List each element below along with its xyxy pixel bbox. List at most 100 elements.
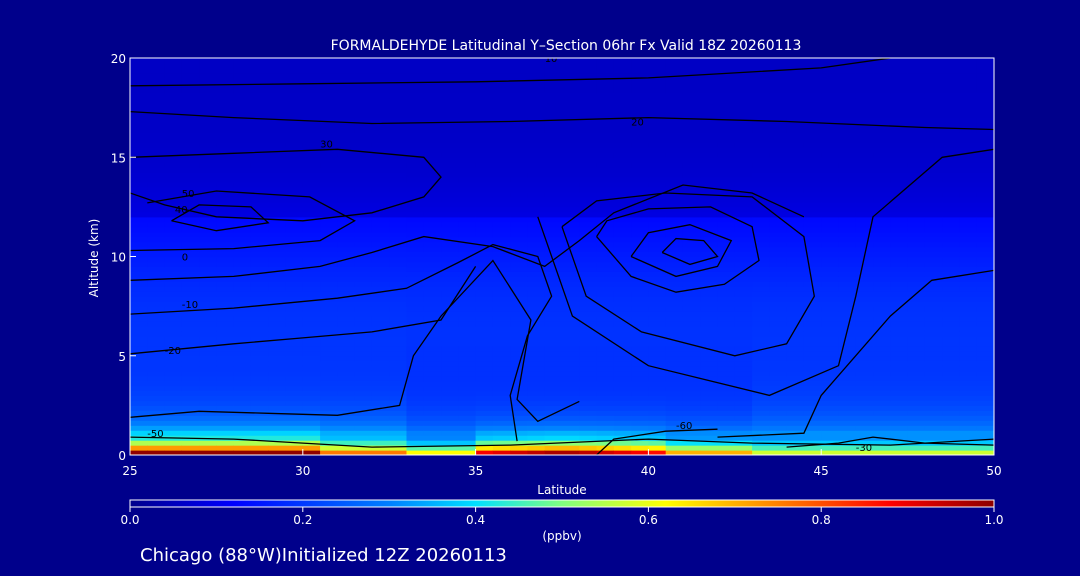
field-cell bbox=[924, 82, 943, 89]
field-cell bbox=[631, 410, 649, 416]
field-cell bbox=[769, 365, 788, 372]
field-cell bbox=[164, 142, 183, 148]
field-cell bbox=[268, 435, 287, 441]
field-cell bbox=[907, 311, 926, 317]
field-cell bbox=[492, 256, 511, 263]
field-cell bbox=[130, 301, 148, 307]
field-cell bbox=[510, 191, 529, 198]
field-cell bbox=[579, 87, 598, 94]
field-cell bbox=[544, 350, 563, 357]
field-cell bbox=[907, 340, 926, 347]
field-cell bbox=[752, 246, 770, 253]
field-cell bbox=[942, 137, 961, 143]
field-cell bbox=[734, 321, 753, 327]
field-cell bbox=[250, 182, 269, 188]
field-cell bbox=[942, 296, 961, 302]
field-cell bbox=[389, 182, 408, 188]
field-cell bbox=[907, 147, 926, 153]
field-cell bbox=[285, 345, 304, 352]
field-cell bbox=[371, 306, 390, 312]
field-cell bbox=[769, 191, 788, 198]
field-cell bbox=[216, 440, 235, 446]
field-cell bbox=[130, 385, 148, 392]
field-cell bbox=[631, 335, 649, 342]
field-cell bbox=[233, 177, 252, 183]
field-cell bbox=[371, 430, 390, 436]
field-cell bbox=[164, 256, 183, 263]
field-cell bbox=[285, 400, 304, 406]
field-cell bbox=[441, 102, 459, 109]
field-cell bbox=[873, 132, 891, 138]
field-cell bbox=[354, 152, 373, 158]
field-cell bbox=[821, 400, 840, 406]
field-cell bbox=[700, 221, 719, 228]
field-cell bbox=[268, 157, 287, 163]
field-cell bbox=[441, 271, 459, 277]
field-cell bbox=[734, 365, 753, 372]
field-cell bbox=[389, 221, 408, 228]
field-cell bbox=[337, 271, 356, 277]
field-cell bbox=[406, 127, 425, 134]
field-cell bbox=[337, 182, 356, 188]
field-cell bbox=[752, 77, 770, 84]
field-cell bbox=[389, 58, 408, 64]
field-cell bbox=[320, 306, 338, 312]
field-cell bbox=[475, 316, 494, 322]
field-cell bbox=[199, 301, 217, 307]
field-cell bbox=[838, 246, 857, 253]
field-cell bbox=[510, 206, 529, 213]
field-cell bbox=[458, 122, 477, 129]
field-cell bbox=[648, 355, 667, 362]
field-cell bbox=[268, 286, 287, 292]
field-cell bbox=[562, 321, 580, 327]
field-cell bbox=[786, 167, 805, 173]
field-cell bbox=[458, 380, 477, 387]
field-cell bbox=[147, 385, 166, 392]
field-cell bbox=[959, 67, 978, 74]
field-cell bbox=[371, 281, 390, 287]
field-cell bbox=[613, 306, 632, 312]
field-cell bbox=[389, 435, 408, 441]
field-cell bbox=[717, 142, 736, 148]
field-cell bbox=[371, 97, 390, 104]
field-cell bbox=[423, 266, 442, 272]
field-cell bbox=[354, 281, 373, 287]
field-cell bbox=[579, 127, 598, 134]
field-cell bbox=[734, 251, 753, 258]
field-cell bbox=[734, 241, 753, 248]
field-cell bbox=[873, 187, 891, 193]
field-cell bbox=[147, 231, 166, 238]
field-cell bbox=[492, 147, 511, 153]
field-cell bbox=[838, 221, 857, 228]
field-cell bbox=[354, 58, 373, 64]
contour-label: -50 bbox=[147, 429, 163, 440]
field-cell bbox=[130, 142, 148, 148]
field-cell bbox=[579, 345, 598, 352]
field-cell bbox=[510, 425, 529, 431]
field-cell bbox=[873, 306, 891, 312]
field-cell bbox=[579, 425, 598, 431]
field-cell bbox=[544, 236, 563, 243]
field-cell bbox=[285, 112, 304, 119]
field-cell bbox=[890, 177, 909, 183]
field-cell bbox=[769, 301, 788, 307]
field-cell bbox=[890, 97, 909, 104]
field-cell bbox=[873, 92, 891, 99]
field-cell bbox=[233, 92, 252, 99]
field-cell bbox=[250, 296, 269, 302]
field-cell bbox=[199, 271, 217, 277]
field-cell bbox=[942, 226, 961, 233]
field-cell bbox=[648, 77, 667, 84]
field-cell bbox=[233, 127, 252, 134]
field-cell bbox=[441, 410, 459, 416]
field-cell bbox=[648, 62, 667, 69]
field-cell bbox=[579, 92, 598, 99]
field-cell bbox=[268, 291, 287, 297]
field-cell bbox=[302, 221, 321, 228]
field-cell bbox=[631, 445, 649, 451]
field-cell bbox=[337, 132, 356, 138]
field-cell bbox=[734, 172, 753, 178]
field-cell bbox=[579, 182, 598, 188]
field-cell bbox=[821, 410, 840, 416]
field-cell bbox=[631, 365, 649, 372]
